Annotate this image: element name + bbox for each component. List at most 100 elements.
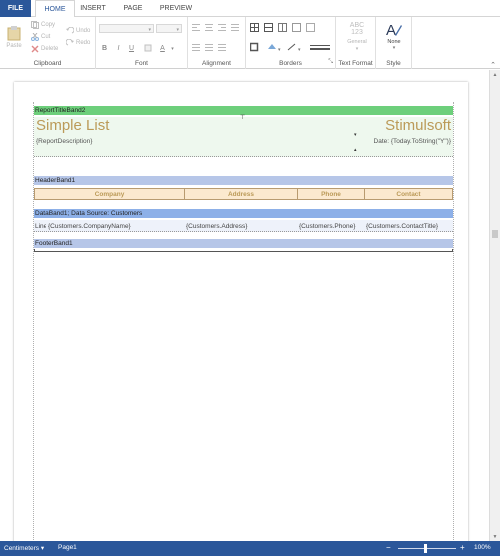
scroll-down-icon[interactable]: ▼ — [490, 532, 500, 541]
header-address[interactable]: Address — [185, 189, 298, 199]
units-selector[interactable]: Centimeters ▾ — [4, 544, 44, 552]
paste-label: Paste — [6, 43, 22, 49]
text-format-general: General — [347, 39, 367, 45]
clipboard-group-label: Clipboard — [33, 60, 62, 67]
redo-icon — [66, 39, 74, 46]
header-band[interactable]: HeaderBand1 — [34, 176, 453, 185]
italic-button[interactable]: I — [114, 44, 123, 53]
undo-button[interactable]: Undo — [66, 27, 90, 35]
tab-preview[interactable]: PREVIEW — [156, 0, 196, 17]
delete-button[interactable]: Delete — [31, 45, 58, 53]
text-format-abc: ABC — [349, 22, 365, 29]
file-tab[interactable]: FILE — [0, 0, 31, 17]
borders-icons[interactable]: ▾ ▾ — [250, 23, 334, 55]
page-margins — [33, 102, 454, 541]
resize-handle-icon[interactable]: ▾ — [354, 132, 357, 138]
text-color-button[interactable]: A — [158, 44, 167, 53]
zoom-slider-track[interactable] — [398, 548, 456, 549]
collapse-ribbon-icon[interactable]: ⌃ — [490, 61, 496, 69]
vertical-scrollbar[interactable]: ▲ ▼ — [489, 70, 500, 541]
resize-handle-icon[interactable]: ⊤ — [240, 114, 245, 121]
style-group: A None ▾ Style — [376, 17, 412, 69]
title-stimulsoft[interactable]: Stimulsoft — [385, 117, 451, 134]
font-color-icon — [144, 44, 152, 52]
chevron-down-icon: ▾ — [176, 27, 179, 33]
report-date-field[interactable]: Date: {Today.ToString("Y")} — [374, 138, 451, 145]
svg-text:▾: ▾ — [298, 47, 301, 53]
report-page[interactable]: ReportTitleBand2 Simple List Stimulsoft … — [14, 82, 468, 541]
text-format-group-label: Text Format — [338, 60, 373, 67]
data-line-field[interactable]: Line — [34, 220, 46, 232]
data-phone-field[interactable]: {Customers.Phone} — [297, 220, 364, 232]
copy-label: Copy — [41, 22, 56, 28]
scroll-thumb[interactable] — [492, 230, 498, 238]
clipboard-group: Paste Copy Cut Delete Undo Redo Clipboar… — [0, 17, 96, 69]
data-contact-field[interactable]: {Customers.ContactTitle} — [364, 220, 453, 232]
alignment-icons[interactable] — [192, 24, 244, 54]
resize-handle-icon[interactable]: ▴ — [354, 147, 357, 153]
bold-button[interactable]: B — [100, 44, 109, 53]
font-color-button[interactable] — [144, 44, 153, 53]
borders-group-label: Borders — [279, 60, 302, 67]
svg-text:A: A — [386, 22, 396, 37]
text-format-123: 123 — [351, 29, 363, 36]
font-group-label: Font — [134, 60, 148, 67]
footer-area — [34, 249, 453, 252]
text-format-group: ABC 123 General ▾ Text Format — [336, 17, 376, 69]
copy-button[interactable]: Copy — [31, 21, 55, 29]
scroll-up-icon[interactable]: ▲ — [490, 70, 500, 79]
tab-insert[interactable]: INSERT — [76, 0, 110, 17]
font-name-select[interactable]: ▾ — [99, 24, 154, 33]
borders-group: ▾ ▾ Borders ⤡ — [246, 17, 336, 69]
header-phone[interactable]: Phone — [298, 189, 365, 199]
status-bar: Centimeters ▾ Page1 − + 100% — [0, 541, 500, 556]
alignment-group-label: Alignment — [202, 60, 231, 67]
chevron-down-icon: ▾ — [148, 27, 151, 33]
chevron-down-icon: ▾ — [355, 46, 359, 52]
data-company-field[interactable]: {Customers.CompanyName} — [46, 220, 184, 232]
report-description-field[interactable]: {ReportDescription} — [36, 138, 92, 145]
zoom-slider-thumb[interactable] — [424, 544, 427, 553]
copy-icon — [31, 21, 39, 29]
font-group: ▾ ▾ B I U A ▾ Font — [96, 17, 188, 69]
style-icon: A — [386, 22, 402, 39]
menu-bar: FILE HOME INSERT PAGE PREVIEW — [0, 0, 500, 18]
data-row: Line {Customers.CompanyName} {Customers.… — [34, 220, 453, 232]
title-simple-list[interactable]: Simple List — [36, 117, 109, 134]
ribbon: Paste Copy Cut Delete Undo Redo Clipboar… — [0, 17, 500, 69]
tab-home[interactable]: HOME — [35, 0, 75, 18]
report-title-area: Simple List Stimulsoft {ReportDescriptio… — [34, 114, 453, 157]
svg-text:▾: ▾ — [278, 47, 281, 53]
tab-page[interactable]: PAGE — [118, 0, 148, 17]
zoom-out-button[interactable]: − — [386, 543, 391, 552]
borders-expand-icon[interactable]: ⤡ — [328, 59, 333, 66]
paste-icon — [7, 26, 21, 41]
cut-icon — [31, 33, 39, 41]
page-indicator[interactable]: Page1 — [58, 544, 77, 551]
chevron-down-icon[interactable]: ▾ — [168, 44, 177, 53]
design-workspace: ReportTitleBand2 Simple List Stimulsoft … — [0, 70, 489, 541]
header-contact[interactable]: Contact — [365, 189, 452, 199]
style-group-label: Style — [386, 60, 401, 67]
data-band[interactable]: DataBand1; Data Source: Customers — [34, 209, 453, 218]
zoom-level: 100% — [474, 544, 491, 551]
chevron-down-icon: ▾ — [392, 45, 396, 51]
alignment-group: Alignment — [188, 17, 246, 69]
cut-label: Cut — [41, 34, 51, 40]
delete-label: Delete — [41, 46, 59, 52]
text-format-button[interactable]: ABC 123 General ▾ — [340, 22, 374, 53]
paste-button[interactable]: Paste — [4, 25, 24, 49]
redo-button[interactable]: Redo — [66, 39, 90, 47]
data-address-field[interactable]: {Customers.Address} — [184, 220, 297, 232]
font-size-select[interactable]: ▾ — [156, 24, 182, 33]
cut-button[interactable]: Cut — [31, 33, 50, 41]
undo-label: Undo — [76, 28, 91, 34]
header-row: Company Address Phone Contact — [34, 188, 453, 200]
underline-button[interactable]: U — [127, 44, 136, 53]
zoom-in-button[interactable]: + — [460, 543, 465, 552]
header-company[interactable]: Company — [35, 189, 185, 199]
footer-band[interactable]: FooterBand1 — [34, 239, 453, 248]
undo-icon — [66, 27, 74, 34]
redo-label: Redo — [76, 40, 91, 46]
style-button[interactable]: A None ▾ — [380, 21, 408, 51]
